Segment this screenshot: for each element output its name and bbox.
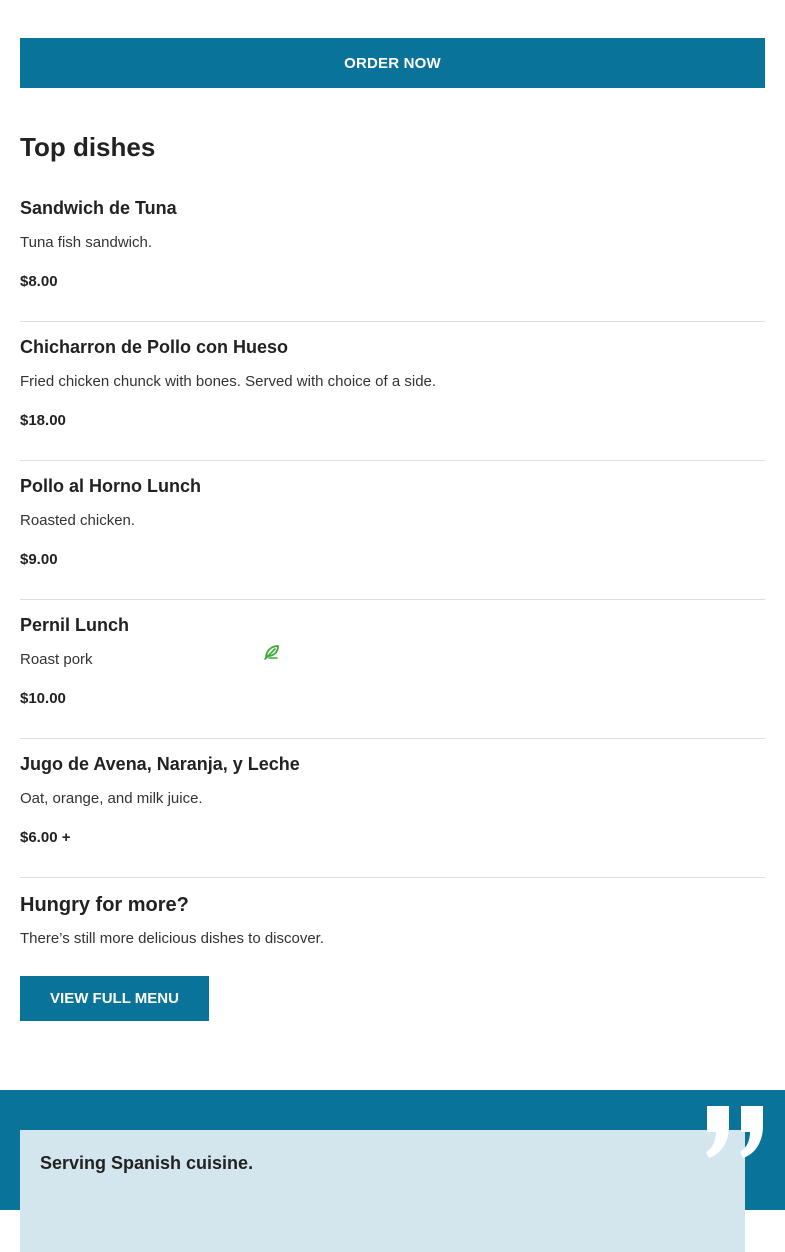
dish-price: $10.00 xyxy=(20,690,66,707)
dish-description: Roasted chicken. xyxy=(20,512,136,529)
dish-name: Pollo al Horno Lunch xyxy=(20,476,201,496)
dish-item[interactable]: Jugo de Avena, Naranja, y Leche Oat, ora… xyxy=(20,739,765,878)
dish-price: $6.00 + xyxy=(20,829,71,846)
dish-name: Jugo de Avena, Naranja, y Leche xyxy=(20,754,300,774)
dish-item[interactable]: Chicharron de Pollo con Hueso Fried chic… xyxy=(20,322,765,461)
leaf-icon xyxy=(264,645,279,660)
dish-name: Sandwich de Tuna xyxy=(20,198,177,218)
order-now-button[interactable]: ORDER NOW xyxy=(20,38,765,88)
dish-description: Tuna fish sandwich. xyxy=(20,234,153,251)
restaurant-page: ORDER NOW Top dishes Sandwich de Tuna Tu… xyxy=(0,0,785,1252)
dish-name: Pernil Lunch xyxy=(20,615,130,635)
quote-icon xyxy=(706,1106,763,1158)
top-dishes-title: Top dishes xyxy=(20,132,156,162)
dish-item[interactable]: Sandwich de Tuna Tuna fish sandwich. $8.… xyxy=(20,183,765,322)
dish-price: $9.00 xyxy=(20,551,58,568)
dish-item[interactable]: Pernil Lunch Roast pork $10.00 xyxy=(20,600,765,739)
dish-price: $8.00 xyxy=(20,273,58,290)
dish-name: Chicharron de Pollo con Hueso xyxy=(20,337,289,357)
hungry-text: There’s still more delicious dishes to d… xyxy=(20,930,325,947)
quote-text: Serving Spanish cuisine. xyxy=(40,1153,254,1173)
dish-description: Oat, orange, and milk juice. xyxy=(20,790,203,807)
dish-price: $18.00 xyxy=(20,412,66,429)
dish-description: Roast pork xyxy=(20,651,93,668)
quote-card: Serving Spanish cuisine. xyxy=(20,1130,745,1252)
hungry-title: Hungry for more? xyxy=(20,894,189,916)
dish-description: Fried chicken chunck with bones. Served … xyxy=(20,373,437,390)
dish-list: Sandwich de Tuna Tuna fish sandwich. $8.… xyxy=(20,183,765,878)
view-full-menu-button[interactable]: VIEW FULL MENU xyxy=(20,976,209,1021)
dish-item[interactable]: Pollo al Horno Lunch Roasted chicken. $9… xyxy=(20,461,765,600)
